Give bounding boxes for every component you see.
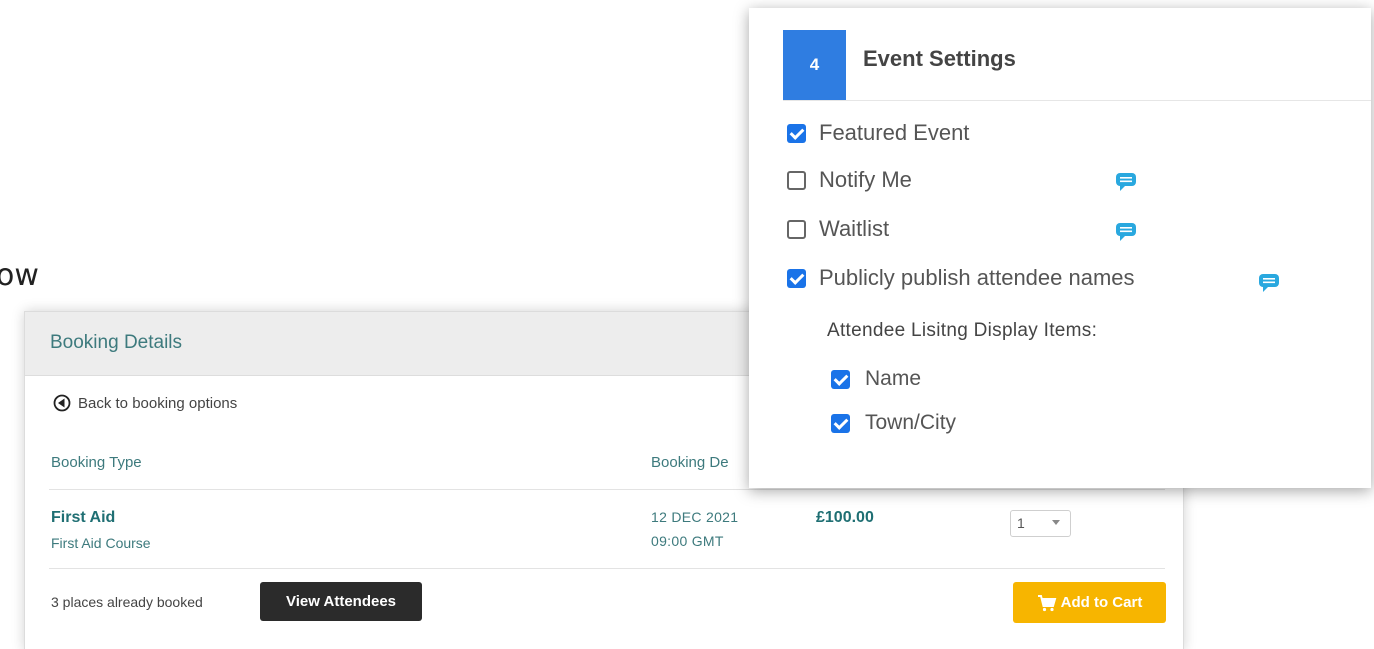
back-to-booking-options-link[interactable]: Back to booking options: [53, 394, 237, 412]
divider: [783, 100, 1371, 101]
publish-attendee-names-checkbox[interactable]: [787, 268, 806, 288]
featured-event-option[interactable]: Featured Event: [787, 120, 969, 146]
featured-event-checkbox[interactable]: [787, 123, 806, 143]
publish-attendee-names-label: Publicly publish attendee names: [819, 265, 1135, 290]
waitlist-label: Waitlist: [819, 216, 890, 241]
booking-item-time: 09:00 GMT: [651, 533, 724, 549]
add-to-cart-button[interactable]: Add to Cart: [1013, 582, 1166, 623]
booking-item-name: First Aid: [51, 509, 116, 526]
quantity-value: 1: [1017, 515, 1025, 531]
chat-bubble-icon[interactable]: [1115, 222, 1137, 242]
display-name-option[interactable]: Name: [831, 367, 921, 391]
partial-heading-text: ow: [0, 258, 39, 293]
chat-bubble-icon[interactable]: [1258, 273, 1280, 293]
notify-me-option[interactable]: Notify Me: [787, 167, 912, 193]
booking-title: Booking Details: [50, 332, 183, 353]
step-number-badge: 4: [783, 30, 846, 100]
places-booked-text: 3 places already booked: [51, 594, 203, 610]
event-settings-panel: 4 Event Settings Featured Event Notify M…: [749, 8, 1371, 488]
divider: [49, 489, 1165, 490]
event-settings-title: Event Settings: [863, 46, 1016, 71]
display-town-city-checkbox[interactable]: [831, 413, 850, 433]
back-arrow-icon: [53, 394, 71, 412]
column-header-booking-date: Booking De: [651, 454, 729, 471]
dropdown-caret-icon: [1052, 520, 1060, 525]
booking-item-subtitle: First Aid Course: [51, 535, 151, 551]
display-town-city-label: Town/City: [865, 411, 957, 434]
quantity-select[interactable]: 1: [1010, 510, 1071, 537]
attendee-display-items-heading: Attendee Lisitng Display Items:: [827, 320, 1098, 341]
add-to-cart-label: Add to Cart: [1060, 594, 1143, 611]
booking-item-date: 12 DEC 2021: [651, 509, 739, 525]
divider: [49, 568, 1165, 569]
notify-me-checkbox[interactable]: [787, 170, 806, 190]
back-link-label: Back to booking options: [78, 394, 238, 412]
cart-icon: [1037, 594, 1056, 611]
view-attendees-button[interactable]: View Attendees: [260, 582, 422, 621]
publish-attendee-names-option[interactable]: Publicly publish attendee names: [787, 265, 1135, 291]
display-name-checkbox[interactable]: [831, 369, 850, 389]
featured-event-label: Featured Event: [819, 120, 970, 145]
waitlist-option[interactable]: Waitlist: [787, 216, 889, 242]
display-name-label: Name: [865, 367, 922, 390]
waitlist-checkbox[interactable]: [787, 219, 806, 239]
column-header-booking-type: Booking Type: [51, 454, 142, 471]
chat-bubble-icon[interactable]: [1115, 172, 1137, 192]
display-town-city-option[interactable]: Town/City: [831, 411, 956, 435]
notify-me-label: Notify Me: [819, 167, 912, 192]
booking-item-price: £100.00: [816, 509, 874, 526]
